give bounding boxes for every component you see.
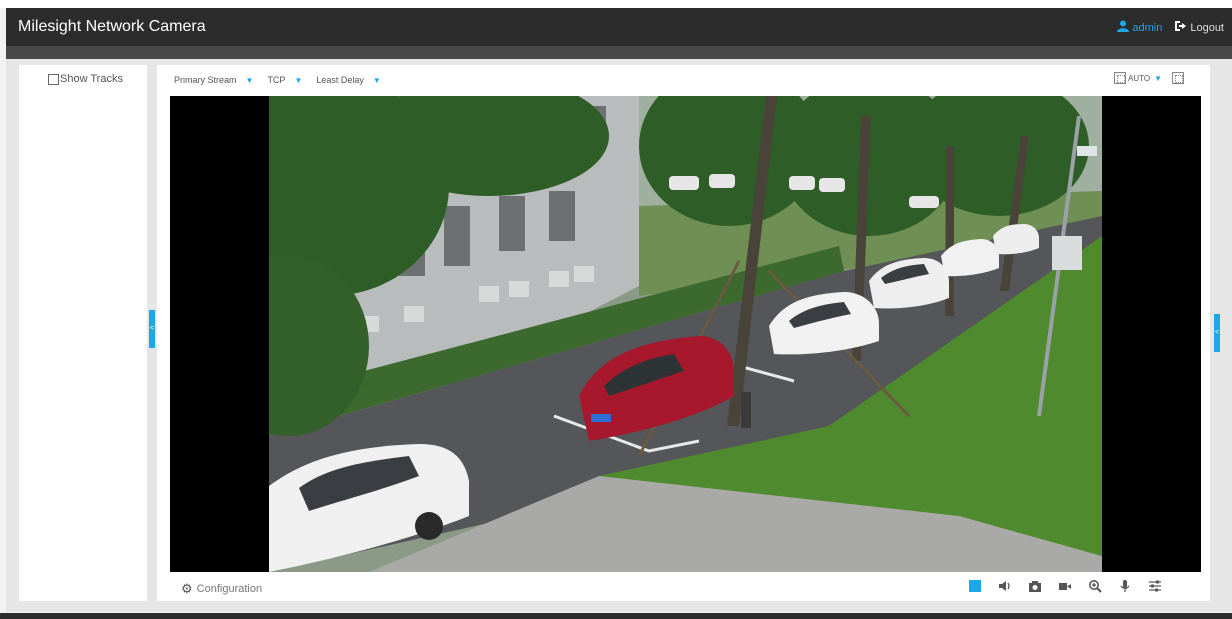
configuration-label: Configuration xyxy=(196,583,263,595)
settings-sliders-icon[interactable] xyxy=(1148,579,1162,593)
delay-select[interactable]: Least Delay xyxy=(316,75,364,85)
user-link[interactable]: admin xyxy=(1132,22,1162,34)
fullscreen-icon[interactable] xyxy=(1172,72,1184,84)
ratio-caret-icon[interactable]: ▼ xyxy=(1154,74,1162,83)
top-frame xyxy=(0,0,1232,8)
configuration-link[interactable]: ⚙ Configuration xyxy=(181,581,262,597)
show-tracks-toggle[interactable]: Show Tracks xyxy=(48,73,123,85)
ratio-options: AUTO ▼ xyxy=(1114,72,1184,84)
playback-controls xyxy=(952,579,1162,593)
stream-options: Primary Stream ▼ TCP ▼ Least Delay ▼ xyxy=(174,75,395,85)
ratio-select[interactable]: AUTO xyxy=(1128,74,1150,83)
video-player[interactable] xyxy=(170,96,1201,572)
audio-icon[interactable] xyxy=(998,579,1012,593)
stream-caret-icon[interactable]: ▼ xyxy=(246,76,254,85)
gears-icon: ⚙ xyxy=(181,581,193,596)
microphone-icon[interactable] xyxy=(1118,579,1132,593)
protocol-caret-icon[interactable]: ▼ xyxy=(294,76,302,85)
record-icon[interactable] xyxy=(1058,579,1072,593)
user-area: admin Logout xyxy=(1117,20,1224,35)
app-header: Milesight Network Camera admin Logout xyxy=(6,8,1232,46)
stop-icon[interactable] xyxy=(968,579,982,593)
app-title: Milesight Network Camera xyxy=(18,18,206,35)
snapshot-icon[interactable] xyxy=(1028,579,1042,593)
bottom-toolbar: ⚙ Configuration xyxy=(157,575,1210,601)
left-panel-collapse-handle[interactable]: < xyxy=(149,310,155,348)
fit-window-icon[interactable] xyxy=(1114,72,1126,84)
stream-select[interactable]: Primary Stream xyxy=(174,75,237,85)
user-icon xyxy=(1117,20,1130,35)
zoom-icon[interactable] xyxy=(1088,579,1102,593)
delay-caret-icon[interactable]: ▼ xyxy=(373,76,381,85)
camera-video-frame xyxy=(269,96,1102,572)
right-panel-expand-handle[interactable]: < xyxy=(1214,314,1220,352)
logout-link[interactable]: Logout xyxy=(1190,22,1224,34)
footer-bar xyxy=(0,613,1232,619)
sub-bar xyxy=(6,46,1232,59)
show-tracks-checkbox[interactable] xyxy=(48,73,59,85)
logout-icon[interactable] xyxy=(1174,20,1187,35)
protocol-select[interactable]: TCP xyxy=(267,75,285,85)
show-tracks-label: Show Tracks xyxy=(60,73,123,85)
left-panel: Show Tracks xyxy=(19,65,147,601)
